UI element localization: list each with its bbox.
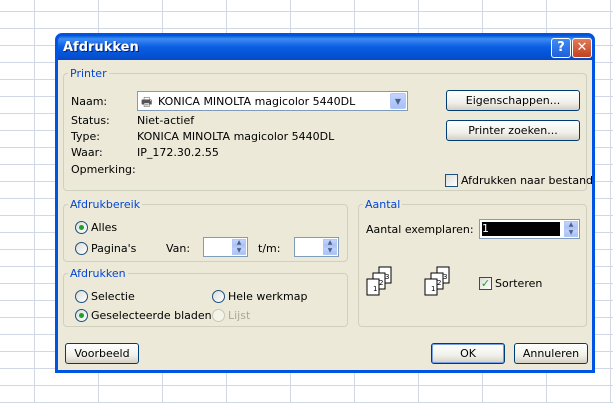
range-pages-label[interactable]: Pagina's — [91, 242, 136, 255]
selection-radio[interactable] — [75, 290, 88, 303]
spin-down-icon[interactable]: ▼ — [564, 229, 578, 237]
print-dialog: Afdrukken ? ✕ Printer Naam: 🖶 KONICA MIN… — [55, 33, 595, 373]
help-button[interactable]: ? — [551, 38, 571, 58]
window-title: Afdrukken — [63, 40, 139, 55]
find-printer-button-label: Printer zoeken... — [468, 124, 558, 137]
print-to-file-label[interactable]: Afdrukken naar bestand — [461, 174, 593, 187]
printer-name-label: Naam: — [71, 95, 108, 108]
spin-up-icon[interactable]: ▲ — [232, 239, 246, 247]
dialog-body: Printer Naam: 🖶 KONICA MINOLTA magicolor… — [58, 60, 593, 370]
active-sheets-label[interactable]: Geselecteerde bladen — [91, 309, 212, 322]
properties-button[interactable]: Eigenschappen... — [446, 90, 580, 111]
svg-text:2: 2 — [379, 279, 383, 287]
entire-workbook-radio[interactable] — [212, 290, 225, 303]
collate-pages-icon: 3 2 1 — [366, 266, 392, 296]
preview-button[interactable]: Voorbeeld — [65, 343, 139, 364]
spin-up-icon[interactable]: ▲ — [323, 239, 337, 247]
to-label: t/m: — [258, 242, 281, 255]
printer-name-select[interactable]: 🖶 KONICA MINOLTA magicolor 5440DL ▼ — [137, 91, 408, 111]
printer-legend: Printer — [70, 67, 107, 80]
svg-text:1: 1 — [373, 285, 377, 293]
title-bar[interactable]: Afdrukken ? ✕ — [58, 36, 592, 60]
cancel-button-label: Annuleren — [522, 347, 580, 360]
copies-count-input[interactable]: 1 ▲ ▼ — [479, 219, 580, 239]
svg-text:3: 3 — [443, 273, 447, 281]
svg-text:3: 3 — [385, 273, 389, 281]
range-pages-radio[interactable] — [75, 242, 88, 255]
selection-label[interactable]: Selectie — [91, 290, 135, 303]
spin-up-icon[interactable]: ▲ — [564, 221, 578, 229]
where-label: Waar: — [71, 146, 103, 159]
range-all-label[interactable]: Alles — [91, 221, 117, 234]
to-page-input[interactable]: ▲ ▼ — [294, 237, 339, 257]
printer-icon: 🖶 — [141, 95, 153, 109]
entire-workbook-label[interactable]: Hele werkmap — [228, 290, 307, 303]
comment-label: Opmerking: — [71, 163, 136, 176]
find-printer-button[interactable]: Printer zoeken... — [446, 120, 580, 141]
print-range-legend: Afdrukbereik — [70, 198, 141, 211]
cancel-button[interactable]: Annuleren — [514, 343, 588, 364]
print-what-legend: Afdrukken — [70, 267, 126, 280]
collate-pages-icon: 3 2 1 — [424, 266, 450, 296]
range-all-radio[interactable] — [75, 221, 88, 234]
svg-text:1: 1 — [431, 285, 435, 293]
copies-group: Aantal — [358, 198, 587, 327]
from-page-input[interactable]: ▲ ▼ — [203, 237, 248, 257]
svg-text:2: 2 — [437, 279, 441, 287]
ok-button-label: OK — [460, 347, 476, 360]
from-label: Van: — [166, 242, 191, 255]
where-value: IP_172.30.2.55 — [137, 146, 219, 159]
copies-count-value: 1 — [482, 222, 560, 236]
chevron-down-icon[interactable]: ▼ — [390, 93, 406, 109]
preview-button-label: Voorbeeld — [74, 347, 130, 360]
printer-name-value: KONICA MINOLTA magicolor 5440DL — [158, 95, 356, 108]
status-value: Niet-actief — [137, 114, 195, 127]
status-label: Status: — [71, 114, 110, 127]
ok-button[interactable]: OK — [431, 343, 505, 364]
list-label: Lijst — [228, 309, 251, 322]
print-to-file-checkbox[interactable] — [445, 174, 458, 187]
collate-label[interactable]: Sorteren — [495, 277, 542, 290]
spin-down-icon[interactable]: ▼ — [232, 247, 246, 255]
copies-legend: Aantal — [365, 198, 401, 211]
type-label: Type: — [71, 130, 100, 143]
collate-checkbox[interactable]: ✓ — [479, 277, 492, 290]
question-mark-icon: ? — [557, 40, 565, 55]
list-radio — [212, 309, 225, 322]
properties-button-label: Eigenschappen... — [465, 94, 561, 107]
active-sheets-radio[interactable] — [75, 309, 88, 322]
spin-down-icon[interactable]: ▼ — [323, 247, 337, 255]
type-value: KONICA MINOLTA magicolor 5440DL — [137, 130, 335, 143]
close-icon: ✕ — [576, 40, 588, 55]
copies-count-label: Aantal exemplaren: — [366, 223, 474, 236]
close-button[interactable]: ✕ — [572, 38, 592, 58]
